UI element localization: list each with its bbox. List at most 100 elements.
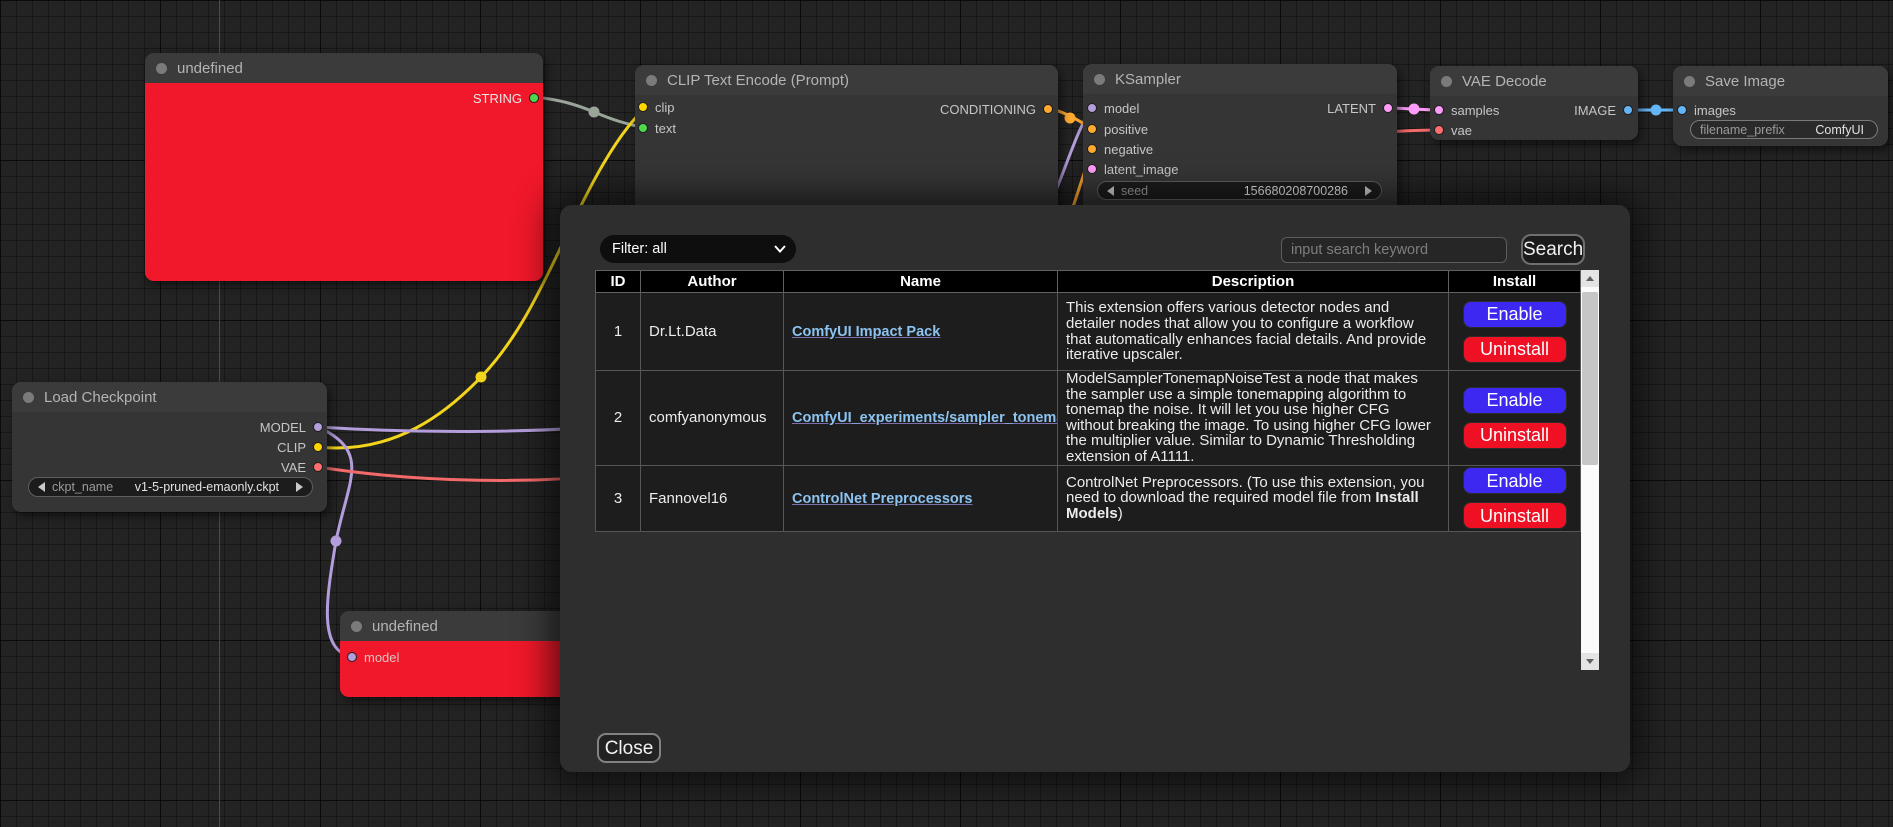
search-button[interactable]: Search [1521,234,1585,265]
widget-value[interactable]: 156680208700286 [1244,184,1348,198]
collapse-dot-icon[interactable] [1094,74,1105,85]
widget-value[interactable]: v1-5-pruned-emaonly.ckpt [135,480,279,494]
seed-widget[interactable]: seed 156680208700286 [1097,181,1382,200]
input-port-positive[interactable]: positive [1087,121,1148,137]
output-port-clip[interactable]: CLIP [277,439,323,455]
output-port-image[interactable]: IMAGE [1574,102,1633,118]
port-dot-negative[interactable] [1087,144,1097,154]
input-port-samples[interactable]: samples [1434,102,1499,118]
filter-dropdown[interactable]: Filter: all [600,235,796,263]
extension-link[interactable]: ComfyUI Impact Pack [792,324,940,340]
node-vae-decode[interactable]: VAE Decode samples vae IMAGE [1430,66,1638,140]
port-label: MODEL [260,420,306,435]
enable-button[interactable]: Enable [1463,387,1567,414]
port-label: vae [1451,123,1472,138]
node-titlebar[interactable]: KSampler [1083,64,1397,94]
widget-next-icon[interactable] [296,482,303,492]
extension-id: 3 [596,465,641,531]
output-port-model[interactable]: MODEL [260,419,323,435]
uninstall-button[interactable]: Uninstall [1463,336,1567,363]
widget-decrement-icon[interactable] [1107,186,1114,196]
port-dot-conditioning[interactable] [1043,104,1053,114]
port-dot-model[interactable] [1087,103,1097,113]
collapse-dot-icon[interactable] [1441,76,1452,87]
node-load-checkpoint[interactable]: Load Checkpoint MODEL CLIP VAE ckpt_name… [12,382,327,512]
search-input[interactable] [1281,237,1507,263]
node-titlebar[interactable]: Load Checkpoint [12,382,327,412]
node-titlebar[interactable]: Save Image [1673,66,1888,96]
port-dot-text[interactable] [638,123,648,133]
widget-value[interactable]: ComfyUI [1815,123,1864,137]
widget-prev-icon[interactable] [38,482,45,492]
table-row: 2 comfyanonymous ComfyUI_experiments/sam… [596,371,1581,466]
collapse-dot-icon[interactable] [351,621,362,632]
port-dot-latent[interactable] [1383,103,1393,113]
extension-description: ModelSamplerTonemapNoiseTest a node that… [1058,371,1449,466]
input-port-clip[interactable]: clip [638,99,675,115]
port-dot-vae[interactable] [313,462,323,472]
output-port-string[interactable]: STRING [473,90,539,106]
output-port-conditioning[interactable]: CONDITIONING [940,101,1053,117]
port-dot-samples[interactable] [1434,105,1444,115]
port-label: clip [655,100,675,115]
filter-select[interactable]: Filter: all [600,235,796,263]
node-undefined-bottom[interactable]: undefined model [340,611,568,697]
port-label: VAE [281,460,306,475]
table-header-row: ID Author Name Description Install [596,271,1581,293]
port-dot-clip[interactable] [638,102,648,112]
port-dot-model[interactable] [347,652,357,662]
uninstall-button[interactable]: Uninstall [1463,422,1567,449]
extension-table-scroll-area[interactable]: ID Author Name Description Install 1 Dr.… [595,270,1599,670]
node-titlebar[interactable]: undefined [145,53,543,83]
scroll-up-arrow-icon [1586,276,1594,281]
node-undefined-top[interactable]: undefined STRING [145,53,543,281]
extension-description: This extension offers various detector n… [1058,293,1449,371]
close-button[interactable]: Close [597,733,661,763]
graph-canvas[interactable]: undefined STRING CLIP Text Encode (Promp… [0,0,1893,827]
node-titlebar[interactable]: CLIP Text Encode (Prompt) [635,65,1058,95]
port-label: latent_image [1104,162,1178,177]
output-port-vae[interactable]: VAE [281,459,323,475]
output-port-latent[interactable]: LATENT [1327,100,1393,116]
collapse-dot-icon[interactable] [646,75,657,86]
filename-prefix-widget[interactable]: filename_prefix ComfyUI [1690,120,1878,139]
scroll-up-button[interactable] [1581,270,1599,287]
input-port-negative[interactable]: negative [1087,141,1153,157]
enable-button[interactable]: Enable [1463,467,1567,494]
input-port-model[interactable]: model [347,649,399,665]
scrollbar[interactable] [1581,270,1599,670]
port-dot-image[interactable] [1623,105,1633,115]
uninstall-button[interactable]: Uninstall [1463,502,1567,529]
header-install: Install [1449,271,1581,293]
port-dot-vae[interactable] [1434,125,1444,135]
widget-name: filename_prefix [1700,123,1785,137]
ckpt-name-widget[interactable]: ckpt_name v1-5-pruned-emaonly.ckpt [28,477,313,497]
node-title: undefined [372,618,438,635]
port-dot-model[interactable] [313,422,323,432]
scroll-down-button[interactable] [1581,653,1599,670]
input-port-latent-image[interactable]: latent_image [1087,161,1178,177]
extension-link[interactable]: ComfyUI_experiments/sampler_tonemap [792,410,1058,426]
node-titlebar[interactable]: undefined [340,611,568,641]
port-dot-images[interactable] [1677,105,1687,115]
collapse-dot-icon[interactable] [1684,76,1695,87]
port-label: IMAGE [1574,103,1616,118]
scrollbar-thumb[interactable] [1582,292,1598,465]
port-label: CONDITIONING [940,102,1036,117]
node-titlebar[interactable]: VAE Decode [1430,66,1638,96]
port-dot-latent-image[interactable] [1087,164,1097,174]
input-port-text[interactable]: text [638,120,676,136]
port-dot-positive[interactable] [1087,124,1097,134]
extension-manager-dialog: Filter: all Search ID Author Name Descri… [560,205,1630,772]
input-port-model[interactable]: model [1087,100,1139,116]
collapse-dot-icon[interactable] [156,63,167,74]
input-port-vae[interactable]: vae [1434,122,1472,138]
widget-increment-icon[interactable] [1365,186,1372,196]
collapse-dot-icon[interactable] [23,392,34,403]
port-dot-string[interactable] [529,93,539,103]
input-port-images[interactable]: images [1677,102,1736,118]
extension-link[interactable]: ControlNet Preprocessors [792,491,973,507]
node-save-image[interactable]: Save Image images filename_prefix ComfyU… [1673,66,1888,146]
enable-button[interactable]: Enable [1463,301,1567,328]
port-dot-clip[interactable] [313,442,323,452]
